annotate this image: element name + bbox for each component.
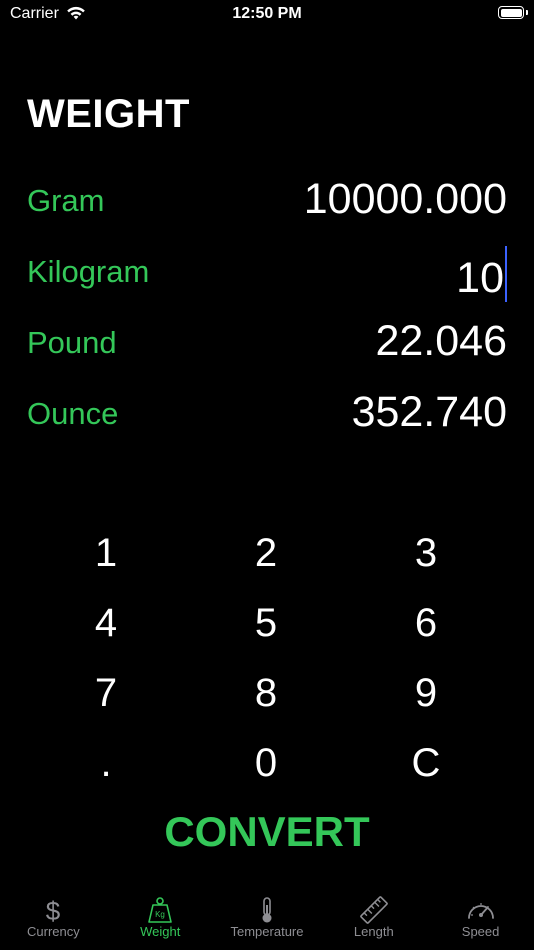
key-0[interactable]: 0 [186,738,346,808]
key-5[interactable]: 5 [186,598,346,668]
tab-bar: $ Currency Kg Weight Temperature Length … [0,890,534,950]
key-3[interactable]: 3 [346,528,506,598]
tab-length[interactable]: Length [320,890,427,950]
key-1[interactable]: 1 [26,528,186,598]
tab-speed[interactable]: Speed [427,890,534,950]
page-title: WEIGHT [27,92,190,136]
thermometer-icon [252,896,282,924]
unit-label-kilogram: Kilogram [27,254,150,289]
unit-value-pound[interactable]: 22.046 [375,317,507,366]
key-9[interactable]: 9 [346,668,506,738]
speedometer-icon [466,896,496,924]
key-decimal[interactable]: . [26,738,186,808]
unit-row-gram[interactable]: Gram 10000.000 [27,175,507,225]
key-8[interactable]: 8 [186,668,346,738]
svg-text:Kg: Kg [155,910,165,919]
keypad-row: 4 5 6 [26,598,506,668]
text-caret [505,246,507,302]
status-time: 12:50 PM [232,5,302,22]
battery-icon [498,6,528,19]
tab-label-currency: Currency [27,924,80,939]
screen: Carrier 12:50 PM WEIGHT Gram 10000.000 K… [0,0,534,950]
unit-row-kilogram[interactable]: Kilogram 10 [27,246,507,302]
keypad-row: 7 8 9 [26,668,506,738]
kg-weight-icon: Kg [145,896,175,924]
svg-text:$: $ [46,896,61,924]
key-6[interactable]: 6 [346,598,506,668]
tab-label-temperature: Temperature [230,924,304,939]
unit-row-pound[interactable]: Pound 22.046 [27,317,507,367]
tab-label-speed: Speed [461,924,500,939]
key-clear[interactable]: C [346,738,506,808]
unit-value-kilogram[interactable]: 10 [456,246,507,303]
tab-label-weight: Weight [140,924,181,939]
tab-label-length: Length [353,924,394,939]
status-bar: Carrier 12:50 PM [0,0,534,30]
dollar-icon: $ [38,896,68,926]
unit-label-ounce: Ounce [27,396,119,431]
key-4[interactable]: 4 [26,598,186,668]
unit-value-ounce[interactable]: 352.740 [352,388,507,437]
keypad: 1 2 3 4 5 6 7 8 9 . 0 C [26,528,506,808]
unit-label-gram: Gram [27,183,105,218]
kilogram-value-text: 10 [456,254,504,302]
tab-temperature[interactable]: Temperature [214,890,321,950]
key-7[interactable]: 7 [26,668,186,738]
unit-row-ounce[interactable]: Ounce 352.740 [27,388,507,438]
keypad-row: . 0 C [26,738,506,808]
unit-value-gram[interactable]: 10000.000 [304,175,507,224]
unit-label-pound: Pound [27,325,117,360]
convert-button[interactable]: CONVERT [0,808,534,856]
keypad-row: 1 2 3 [26,528,506,598]
tab-weight[interactable]: Kg Weight [107,890,214,950]
tab-currency[interactable]: $ Currency [0,890,107,950]
key-2[interactable]: 2 [186,528,346,598]
ruler-icon [359,896,389,924]
